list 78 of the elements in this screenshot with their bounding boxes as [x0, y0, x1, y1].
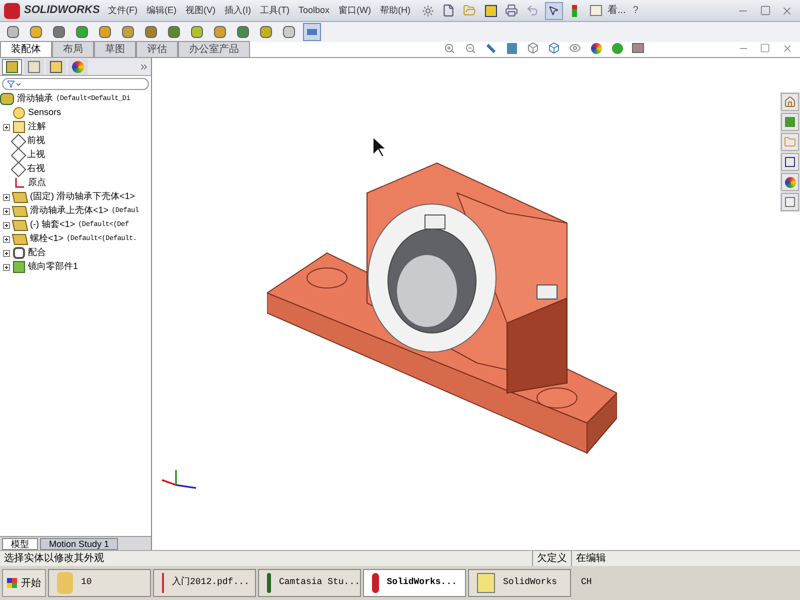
- tree-item[interactable]: 上视: [27, 148, 45, 162]
- tree-item[interactable]: 镜向零部件1: [28, 260, 78, 274]
- expand-toggle[interactable]: [2, 236, 10, 242]
- panel-tab[interactable]: [2, 58, 22, 74]
- home-icon[interactable]: [781, 93, 799, 111]
- command-tab[interactable]: 评估: [136, 41, 178, 57]
- tree-item[interactable]: (-) 轴套<1>: [30, 218, 76, 232]
- filter-icon: [7, 80, 15, 88]
- help-button[interactable]: ?: [632, 3, 638, 18]
- model-tab[interactable]: Motion Study 1: [40, 538, 118, 550]
- part-icon: [12, 220, 28, 230]
- menu-item[interactable]: 窗口(W): [338, 4, 372, 18]
- menu-item[interactable]: Toolbox: [298, 4, 330, 18]
- filter-field[interactable]: [2, 78, 149, 90]
- menu-item[interactable]: 文件(F): [108, 4, 138, 18]
- menu-item[interactable]: 工具(T): [260, 4, 290, 18]
- caret-icon: [15, 80, 22, 88]
- toolbar-icon[interactable]: [303, 23, 321, 41]
- command-tab[interactable]: 布局: [52, 41, 94, 57]
- tree-item[interactable]: 注解: [28, 120, 46, 134]
- origin-icon: [13, 177, 25, 189]
- expand-toggle[interactable]: [2, 124, 10, 130]
- tree-item[interactable]: 原点: [28, 176, 46, 190]
- search-button[interactable]: 看...: [608, 3, 626, 18]
- part-icon: [12, 234, 28, 244]
- mirror-icon: [13, 261, 25, 273]
- tree-item[interactable]: 右视: [27, 162, 45, 176]
- plane-icon: [10, 161, 26, 177]
- app-logo: SOLIDWORKS: [24, 3, 100, 18]
- command-tab[interactable]: 办公室产品: [178, 41, 250, 57]
- expand-toggle[interactable]: [2, 250, 10, 256]
- sensor-icon: [13, 107, 25, 119]
- taskbar-button[interactable]: Camtasia Stu...: [258, 569, 361, 597]
- tree-item[interactable]: Sensors: [28, 106, 62, 120]
- tree-item[interactable]: 滑动轴承: [17, 92, 53, 106]
- taskbar-button[interactable]: SolidWorks...: [363, 569, 466, 597]
- expand-panel-icon[interactable]: [139, 62, 149, 72]
- menu-item[interactable]: 视图(V): [186, 4, 216, 18]
- appearance-icon[interactable]: [781, 173, 799, 191]
- part-icon: [12, 192, 28, 202]
- view-palette-icon[interactable]: [781, 153, 799, 171]
- plane-icon: [10, 133, 26, 149]
- plane-icon: [10, 147, 26, 163]
- panel-tab[interactable]: [24, 58, 44, 74]
- annotation-icon: [13, 121, 25, 133]
- folder-icon: [57, 572, 73, 594]
- tree-item[interactable]: 螺栓<1>: [30, 232, 64, 246]
- menu-item[interactable]: 插入(I): [224, 4, 251, 18]
- taskbar-button[interactable]: 10: [48, 569, 151, 597]
- select-icon[interactable]: [544, 2, 563, 20]
- status-message: 选择实体以修改其外观: [3, 552, 105, 566]
- model-tab[interactable]: 模型: [2, 538, 38, 550]
- expand-toggle[interactable]: [2, 222, 10, 228]
- tree-item[interactable]: 配合: [28, 246, 46, 260]
- assembly-icon: [0, 93, 14, 105]
- taskbar-button[interactable]: 入门2012.pdf...: [153, 569, 256, 597]
- properties-icon[interactable]: [781, 193, 799, 211]
- tree-item[interactable]: 滑动轴承上壳体<1>: [30, 204, 109, 218]
- expand-toggle[interactable]: [2, 208, 10, 214]
- expand-toggle[interactable]: [2, 264, 10, 270]
- tree-item[interactable]: 前视: [27, 134, 45, 148]
- help-icon: [477, 573, 495, 593]
- panel-tab[interactable]: [68, 58, 88, 74]
- library-icon[interactable]: [781, 113, 799, 131]
- tree-item[interactable]: (固定) 滑动轴承下壳体<1>: [30, 190, 136, 204]
- start-button[interactable]: 开始: [2, 569, 46, 597]
- menu-item[interactable]: 编辑(E): [146, 4, 176, 18]
- language-indicator[interactable]: CH: [581, 576, 592, 590]
- taskbar-button[interactable]: SolidWorks: [468, 569, 571, 597]
- mates-icon: [13, 247, 25, 259]
- expand-toggle[interactable]: [2, 194, 10, 200]
- part-icon: [12, 206, 28, 216]
- menu-item[interactable]: 帮助(H): [380, 4, 411, 18]
- command-tab[interactable]: 装配体: [0, 41, 52, 57]
- command-tab[interactable]: 草图: [94, 41, 136, 57]
- panel-tab[interactable]: [46, 58, 66, 74]
- windows-logo-icon: [7, 578, 17, 588]
- cursor-icon: [372, 136, 386, 158]
